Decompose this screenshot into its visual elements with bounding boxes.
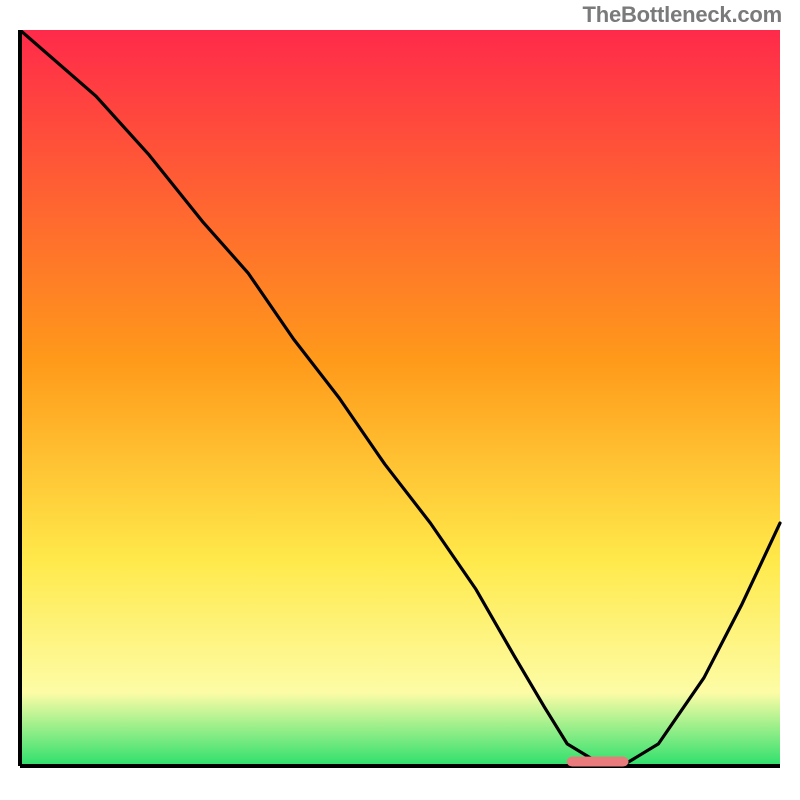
plot-svg xyxy=(16,30,784,784)
chart-container: TheBottleneck.com xyxy=(0,0,800,800)
bottleneck-plot xyxy=(16,30,784,784)
watermark-label: TheBottleneck.com xyxy=(582,2,782,28)
